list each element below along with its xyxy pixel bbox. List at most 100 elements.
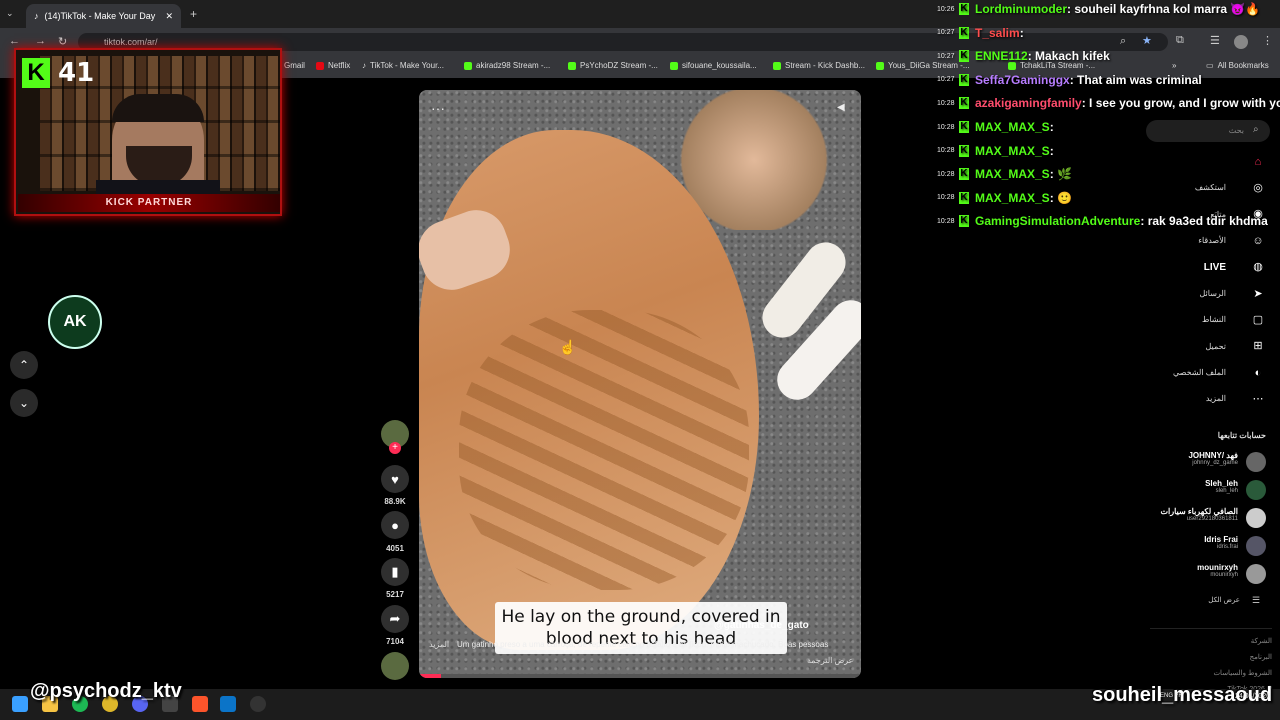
tiktok-icon: ♪ [362,61,366,70]
previous-video-button[interactable]: ⌃ [10,351,38,379]
bookmark-item[interactable]: akiradz98 Stream -... [464,61,550,70]
chat-username[interactable]: MAX_MAX_S [975,191,1050,205]
nav-upload[interactable]: تحميل [1160,342,1260,351]
chat-username[interactable]: GamingSimulationAdventure [975,214,1140,228]
nav-messages[interactable]: الرسائل [1160,289,1260,298]
profile-avatar[interactable] [1234,35,1248,49]
chat-username[interactable]: MAX_MAX_S [975,144,1050,158]
bookmark-item[interactable]: Netflix [316,61,350,70]
following-account[interactable]: Idris Frai idris.frai [1120,535,1238,550]
chat-message: 10:28 Kazakigamingfamily: I see you grow,… [937,93,1280,113]
mouse-cursor-icon: ☝ [559,339,577,355]
caption-more[interactable]: المزيد [429,640,449,649]
list-icon: ☰ [1252,595,1261,605]
following-account[interactable]: Sleh_leh sleh_leh [1120,479,1238,494]
kick-badge-icon: K [959,3,969,15]
footer-link[interactable]: الشروط والسياسات [1180,666,1272,682]
next-video-button[interactable]: ⌄ [10,389,38,417]
footer-link[interactable]: الشركة [1180,634,1272,650]
app-icon[interactable] [220,696,236,712]
folder-icon: ▭ [1206,61,1214,70]
chat-username[interactable]: Lordminumoder [975,2,1067,16]
chat-username[interactable]: T_salim [975,26,1020,40]
tab-title: (14)TikTok - Make Your Day [44,11,156,21]
reload-icon[interactable]: ↻ [58,35,67,48]
account-avatar[interactable] [1246,536,1266,556]
windows-start-icon[interactable] [12,696,28,712]
video-options-icon[interactable]: ··· [431,100,445,116]
kick-icon [464,61,472,70]
home-icon[interactable]: ⌂ [1250,154,1266,170]
bookmark-item[interactable]: ♪ TikTok - Make Your... [362,61,444,70]
nav-profile[interactable]: الملف الشخصي [1160,368,1260,377]
extensions-icon[interactable]: ⧉ [1176,34,1184,47]
nav-more[interactable]: المزيد [1160,394,1260,403]
following-account[interactable]: mounirxyh mounirxyh [1120,563,1238,578]
tab-search-icon[interactable]: ⌄ [6,8,18,20]
kick-badge-icon: K [959,26,969,39]
tab-close-icon[interactable]: ✕ [165,11,173,22]
bookmark-star-icon[interactable]: ★ [1142,34,1152,47]
account-avatar[interactable] [1246,508,1266,528]
chat-username[interactable]: ENNE112 [975,49,1028,63]
nav-friends[interactable]: الأصدقاء [1160,236,1260,245]
nav-label: النشاط [1201,315,1226,324]
bookmarks-overflow-icon[interactable]: » [1172,61,1176,70]
following-account[interactable]: JOHNNY/ فهد johnny_dz_game [1120,451,1238,466]
account-user: idris.frai [1216,544,1238,550]
system-clock[interactable]: 24/04/2026 [1224,693,1270,700]
streamer-hair [112,94,204,122]
messages-icon: ➤ [1253,288,1263,300]
forward-icon[interactable]: → [35,35,46,47]
video-progress-bar[interactable] [419,674,861,678]
chat-message: 10:28 K MAX_MAX_S: [937,117,1054,137]
tiktok-favicon-icon: ♪ [34,11,39,21]
footer-link[interactable]: البرنامج [1180,650,1272,666]
bookmark-item[interactable]: sifouane_koussaila... [670,61,757,70]
new-tab-icon[interactable]: + [190,7,197,21]
see-all-link[interactable]: عرض الكل [1150,596,1240,604]
bookmark-item[interactable]: PsYchoDZ Stream -... [568,61,658,70]
like-button[interactable]: ♥ [381,465,409,493]
save-button[interactable]: ▮ [381,558,409,586]
account-avatar[interactable] [1246,564,1266,584]
all-bookmarks-label: All Bookmarks [1217,61,1269,70]
account-avatar[interactable] [1246,480,1266,500]
zoom-icon[interactable]: ⌕ [1120,35,1126,48]
see-translation[interactable]: عرض الترجمة [807,656,853,665]
nav-activity[interactable]: النشاط [1160,315,1260,324]
brave-icon[interactable] [192,696,208,712]
back-icon[interactable]: ← [9,35,20,47]
music-disc[interactable] [381,652,409,680]
browser-tab[interactable]: ♪ (14)TikTok - Make Your Day ✕ [26,4,181,28]
viewer-count: 41 [58,58,95,88]
follow-plus-icon[interactable]: + [389,442,401,454]
chat-text: : Makach kifek [1027,49,1110,64]
chat-username[interactable]: MAX_MAX_S [975,120,1050,134]
comment-button[interactable]: ● [381,511,409,539]
search-input[interactable]: بحث [1146,120,1270,142]
search-icon[interactable]: ⌕ [1253,124,1259,135]
chat-time: 10:28 [937,99,955,107]
nav-explore[interactable]: استكشف [1160,183,1260,192]
chat-username[interactable]: Seffa7Gaminggx [975,73,1070,87]
url-text: tiktok.com/ar/ [104,37,158,47]
account-avatar[interactable] [1246,452,1266,472]
following-account[interactable]: الصافي لكهرباء سيارات user292180361811 [1120,507,1238,522]
nav-live[interactable]: LIVE [1160,262,1260,273]
bookmark-item[interactable]: Stream - Kick Dashb... [773,61,865,70]
chat-username[interactable]: MAX_MAX_S [975,167,1050,181]
chat-username[interactable]: azakigamingfamily [975,96,1082,110]
menu-icon[interactable]: ⋮ [1262,34,1273,47]
volume-icon[interactable]: ◀ [837,102,845,113]
obs-icon[interactable] [250,696,266,712]
bookmark-label: TikTok - Make Your... [370,61,444,70]
all-bookmarks[interactable]: ▭ All Bookmarks [1206,61,1269,70]
language-indicator[interactable]: ENG FR [1160,693,1183,699]
share-button[interactable]: ➦ [381,605,409,633]
downloads-icon[interactable]: ☰ [1210,34,1220,47]
kick-icon [568,61,576,70]
video-player[interactable]: ··· ◀ He lay on the ground, covered in b… [419,90,861,678]
video-author[interactable]: @gatinhas_de_gato [714,620,809,631]
bookmark-item[interactable]: Gmail [284,61,305,70]
